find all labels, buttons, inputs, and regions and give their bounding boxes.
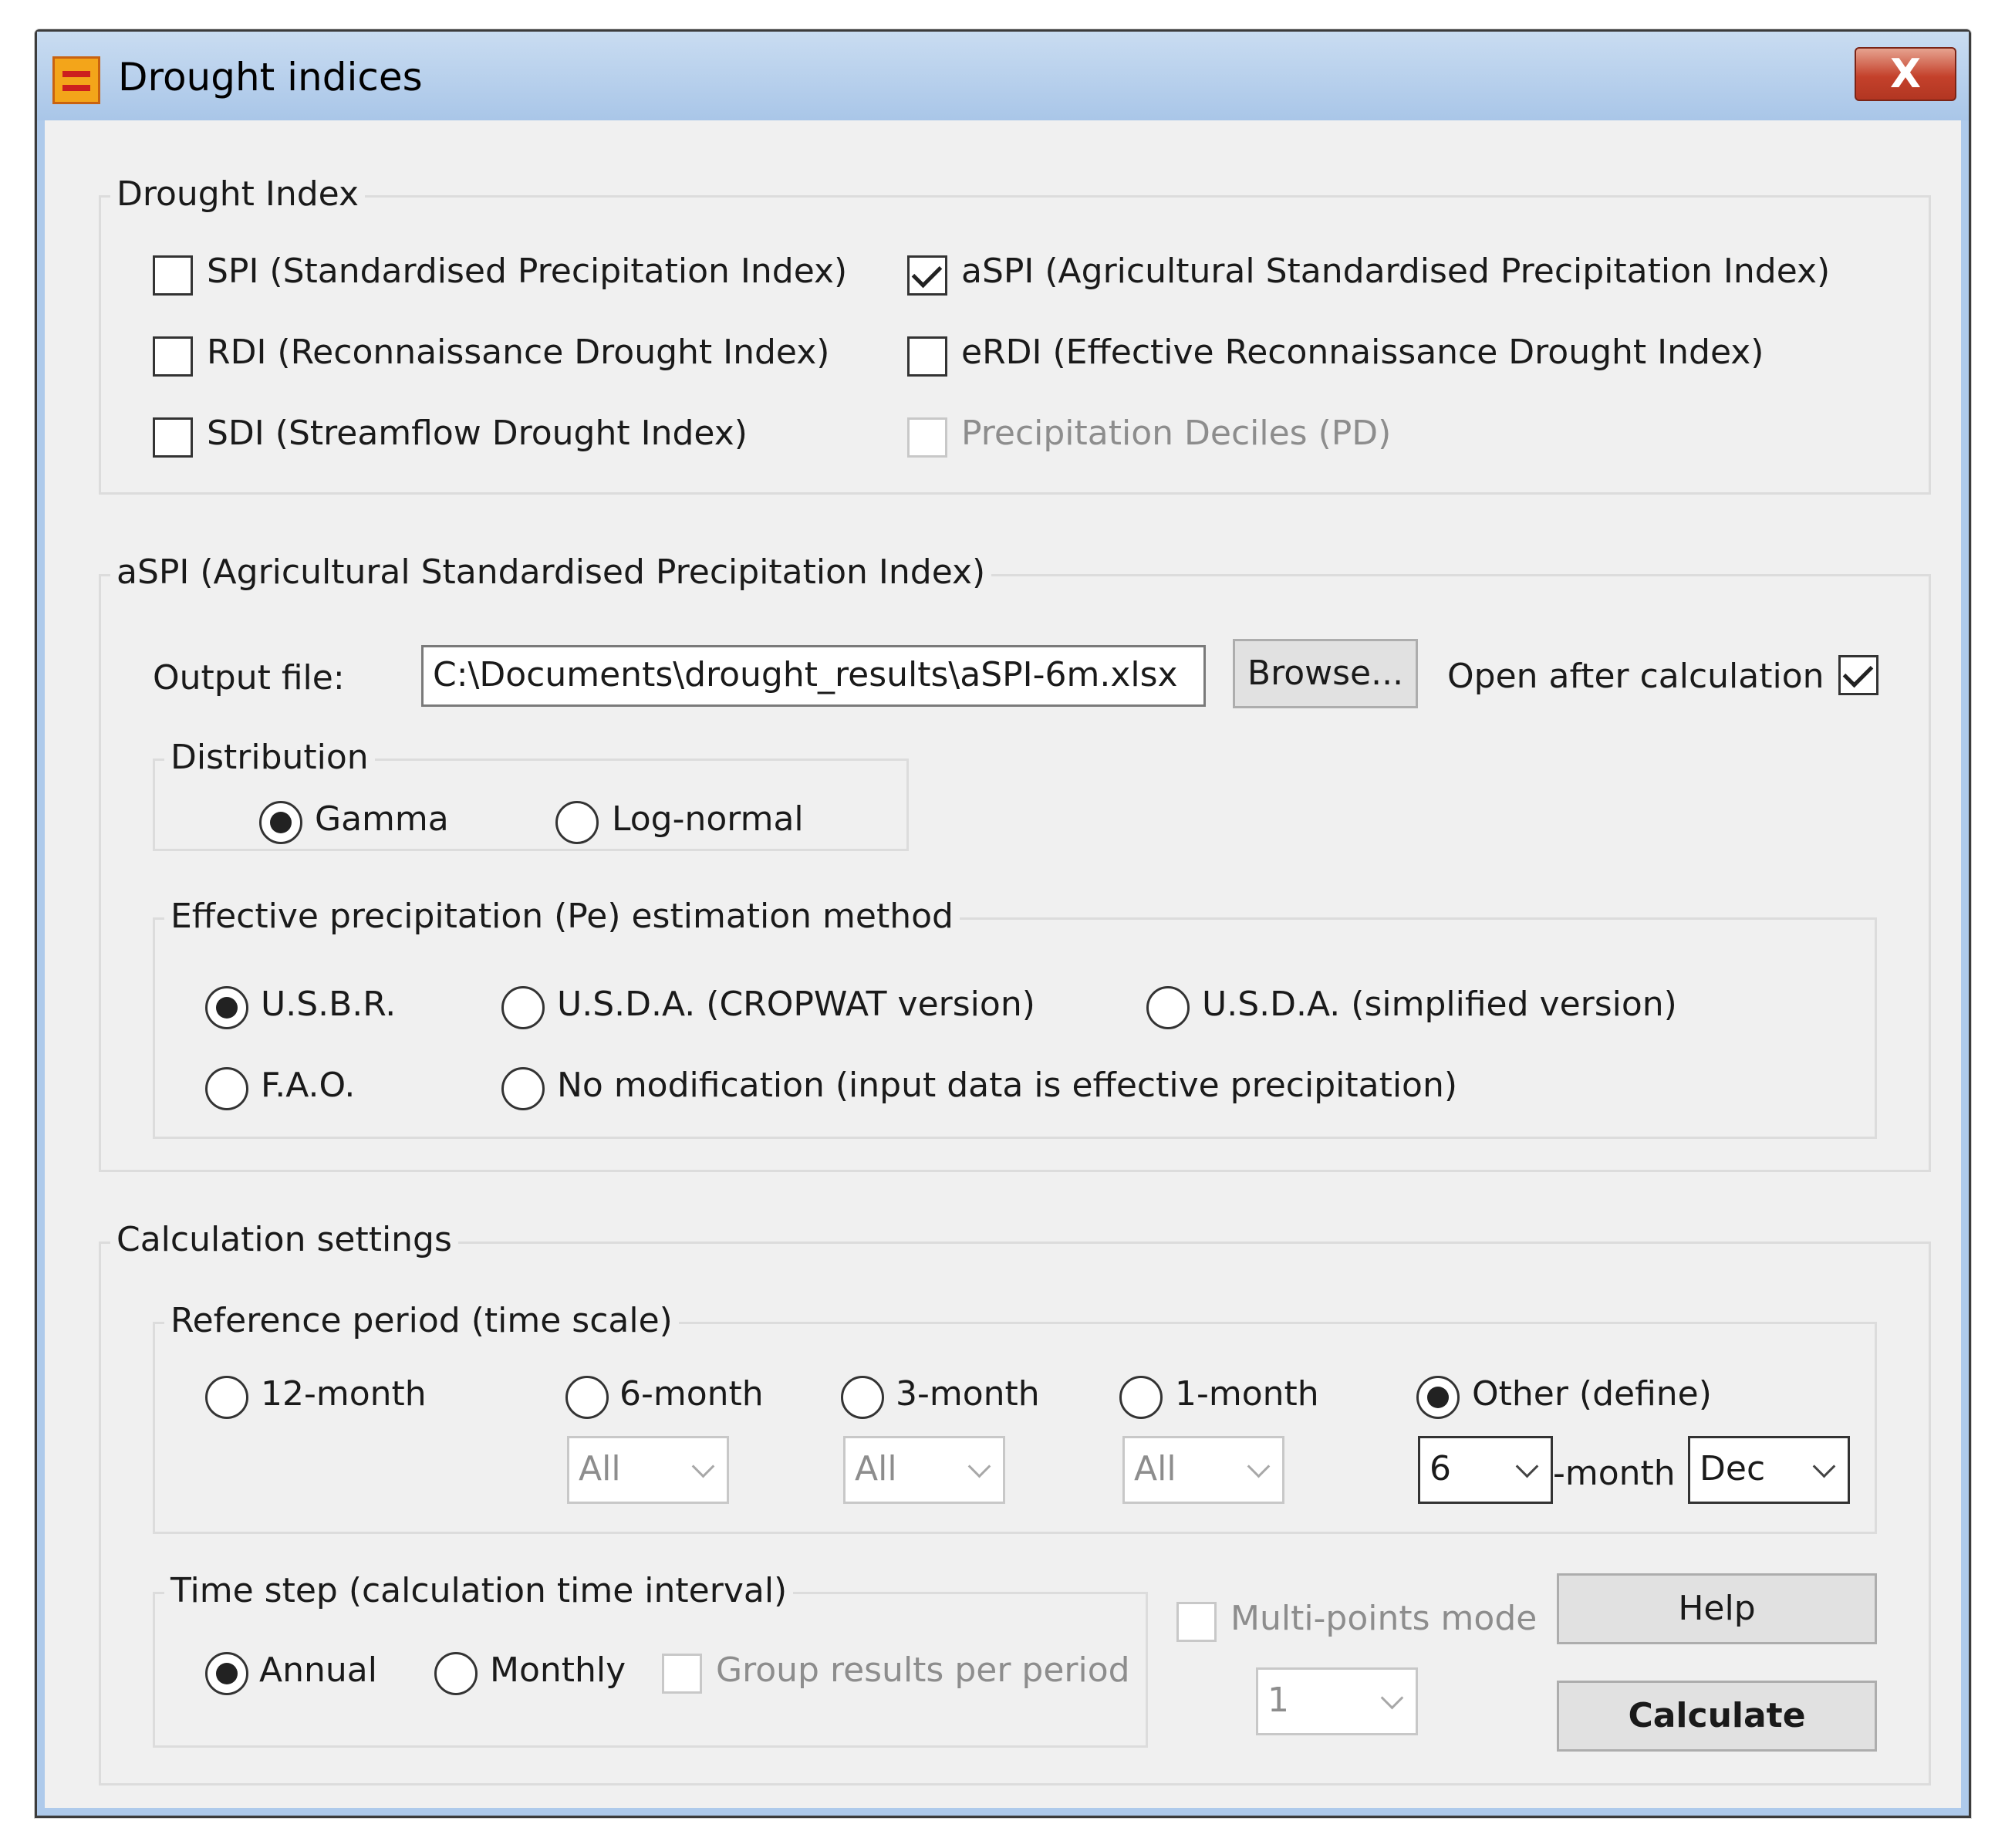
month-suffix-label: -month: [1553, 1454, 1676, 1493]
aspi-checkbox[interactable]: [907, 255, 947, 296]
title-bar[interactable]: Drought indices X: [37, 32, 1969, 120]
multi-points-select-value: 1: [1267, 1681, 1289, 1720]
end-month-select-value: Dec: [1700, 1449, 1766, 1488]
chevron-down-icon: [1515, 1454, 1539, 1478]
usda-simplified-radio[interactable]: [1146, 986, 1190, 1029]
aspi-group-label: aSPI (Agricultural Standardised Precipit…: [110, 552, 992, 593]
spi-label[interactable]: SPI (Standardised Precipitation Index): [207, 252, 847, 292]
erdi-checkbox[interactable]: [907, 336, 947, 377]
radio-selected-dot: [216, 1663, 238, 1684]
6-month-radio[interactable]: [565, 1376, 609, 1419]
radio-selected-dot: [1427, 1387, 1449, 1408]
1-month-select-value: All: [1134, 1449, 1176, 1488]
other-define-label[interactable]: Other (define): [1472, 1374, 1712, 1414]
radio-selected-dot: [270, 812, 292, 833]
multi-points-checkbox: [1176, 1602, 1217, 1642]
3-month-select: All: [843, 1436, 1005, 1504]
monthly-label[interactable]: Monthly: [490, 1650, 626, 1691]
radio-selected-dot: [216, 997, 238, 1019]
end-month-select[interactable]: Dec: [1688, 1436, 1850, 1504]
spi-checkbox[interactable]: [153, 255, 193, 296]
browse-button[interactable]: Browse...: [1233, 639, 1418, 708]
other-months-select[interactable]: 6: [1418, 1436, 1553, 1504]
app-icon: [52, 56, 100, 104]
fao-label[interactable]: F.A.O.: [261, 1066, 355, 1106]
usda-cropwat-label[interactable]: U.S.D.A. (CROPWAT version): [557, 985, 1035, 1025]
6-month-select-value: All: [579, 1449, 621, 1488]
chevron-down-icon: [691, 1454, 715, 1478]
lognormal-label[interactable]: Log-normal: [612, 799, 804, 840]
sdi-label[interactable]: SDI (Streamflow Drought Index): [207, 414, 748, 454]
close-icon: X: [1889, 51, 1922, 97]
reference-period-group-label: Reference period (time scale): [164, 1301, 679, 1341]
group-results-label: Group results per period: [716, 1650, 1130, 1690]
dialog-client-area: Drought Index SPI (Standardised Precipit…: [45, 120, 1961, 1808]
annual-radio[interactable]: [205, 1652, 248, 1695]
drought-index-group-label: Drought Index: [110, 174, 365, 215]
other-months-select-value: 6: [1429, 1449, 1451, 1488]
group-results-checkbox: [662, 1654, 702, 1694]
chevron-down-icon: [967, 1454, 991, 1478]
erdi-label[interactable]: eRDI (Effective Reconnaissance Drought I…: [961, 333, 1764, 373]
close-button[interactable]: X: [1855, 47, 1956, 101]
sdi-checkbox[interactable]: [153, 417, 193, 458]
calculate-button[interactable]: Calculate: [1557, 1681, 1877, 1752]
no-modification-label[interactable]: No modification (input data is effective…: [557, 1066, 1457, 1106]
rdi-label[interactable]: RDI (Reconnaissance Drought Index): [207, 333, 829, 373]
multi-points-label: Multi-points mode: [1230, 1599, 1538, 1638]
check-mark-icon: [911, 257, 943, 289]
no-modification-radio[interactable]: [501, 1067, 545, 1110]
chevron-down-icon: [1380, 1686, 1404, 1710]
check-mark-icon: [1842, 657, 1874, 688]
window-title: Drought indices: [118, 55, 423, 100]
6-month-label[interactable]: 6-month: [619, 1374, 764, 1414]
lognormal-radio[interactable]: [555, 801, 599, 844]
open-after-calculation-checkbox[interactable]: [1838, 655, 1878, 695]
usda-cropwat-radio[interactable]: [501, 986, 545, 1029]
6-month-select: All: [567, 1436, 729, 1504]
usda-simplified-label[interactable]: U.S.D.A. (simplified version): [1202, 985, 1677, 1025]
calculation-settings-group-label: Calculation settings: [110, 1220, 458, 1260]
fao-radio[interactable]: [205, 1067, 248, 1110]
multi-points-select: 1: [1256, 1667, 1418, 1735]
3-month-radio[interactable]: [841, 1376, 884, 1419]
distribution-group-label: Distribution: [164, 738, 375, 778]
aspi-label[interactable]: aSPI (Agricultural Standardised Precipit…: [961, 252, 1830, 292]
annual-label[interactable]: Annual: [259, 1650, 377, 1691]
open-after-calculation-label[interactable]: Open after calculation: [1447, 657, 1824, 697]
1-month-radio[interactable]: [1119, 1376, 1163, 1419]
chevron-down-icon: [1812, 1454, 1836, 1478]
12-month-label[interactable]: 12-month: [261, 1374, 427, 1414]
output-file-label: Output file:: [153, 658, 345, 698]
monthly-radio[interactable]: [434, 1652, 478, 1695]
rdi-checkbox[interactable]: [153, 336, 193, 377]
reference-period-group: [153, 1322, 1877, 1534]
time-step-group-label: Time step (calculation time interval): [164, 1571, 794, 1611]
chevron-down-icon: [1247, 1454, 1271, 1478]
output-file-field[interactable]: C:\Documents\drought_results\aSPI-6m.xls…: [421, 645, 1206, 707]
pd-checkbox: [907, 417, 947, 458]
pd-label: Precipitation Deciles (PD): [961, 414, 1392, 453]
help-button[interactable]: Help: [1557, 1573, 1877, 1644]
other-define-radio[interactable]: [1416, 1376, 1460, 1419]
gamma-label[interactable]: Gamma: [315, 799, 449, 840]
pe-method-group-label: Effective precipitation (Pe) estimation …: [164, 897, 960, 937]
12-month-radio[interactable]: [205, 1376, 248, 1419]
drought-indices-window: Drought indices X Drought Index SPI (Sta…: [35, 29, 1971, 1818]
gamma-radio[interactable]: [259, 801, 302, 844]
3-month-select-value: All: [855, 1449, 897, 1488]
usbr-label[interactable]: U.S.B.R.: [261, 985, 396, 1025]
usbr-radio[interactable]: [205, 986, 248, 1029]
3-month-label[interactable]: 3-month: [896, 1374, 1040, 1414]
1-month-label[interactable]: 1-month: [1175, 1374, 1319, 1414]
1-month-select: All: [1122, 1436, 1284, 1504]
